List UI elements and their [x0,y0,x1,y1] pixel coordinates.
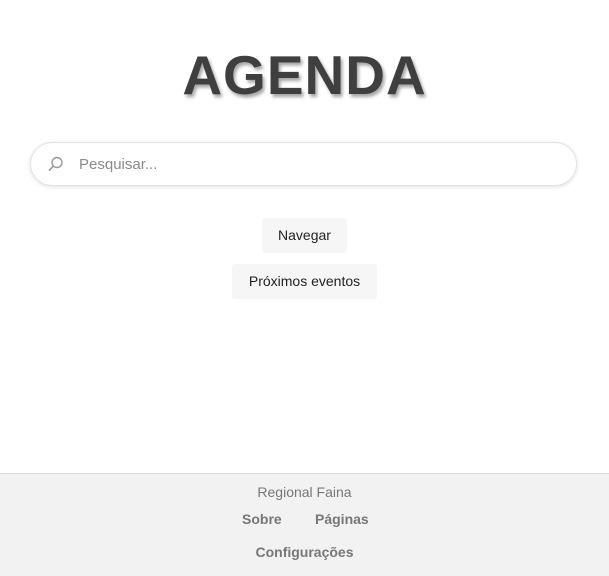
footer-link-about[interactable]: Sobre [242,511,282,527]
upcoming-events-button[interactable]: Próximos eventos [232,264,377,299]
footer-link-pages[interactable]: Páginas [315,511,369,527]
search-icon [48,156,63,171]
footer-link-settings[interactable]: Configurações [0,544,609,560]
search-input[interactable] [79,143,559,185]
search-bar[interactable] [30,142,577,186]
page-title: AGENDA [182,44,427,106]
footer: Regional Faina Sobre Páginas Configuraçõ… [0,473,609,576]
page: AGENDA Navegar Próximos eventos Regional… [0,0,609,576]
main-content: AGENDA Navegar Próximos eventos [0,0,609,473]
footer-organization: Regional Faina [257,484,352,500]
browse-button[interactable]: Navegar [262,218,347,253]
